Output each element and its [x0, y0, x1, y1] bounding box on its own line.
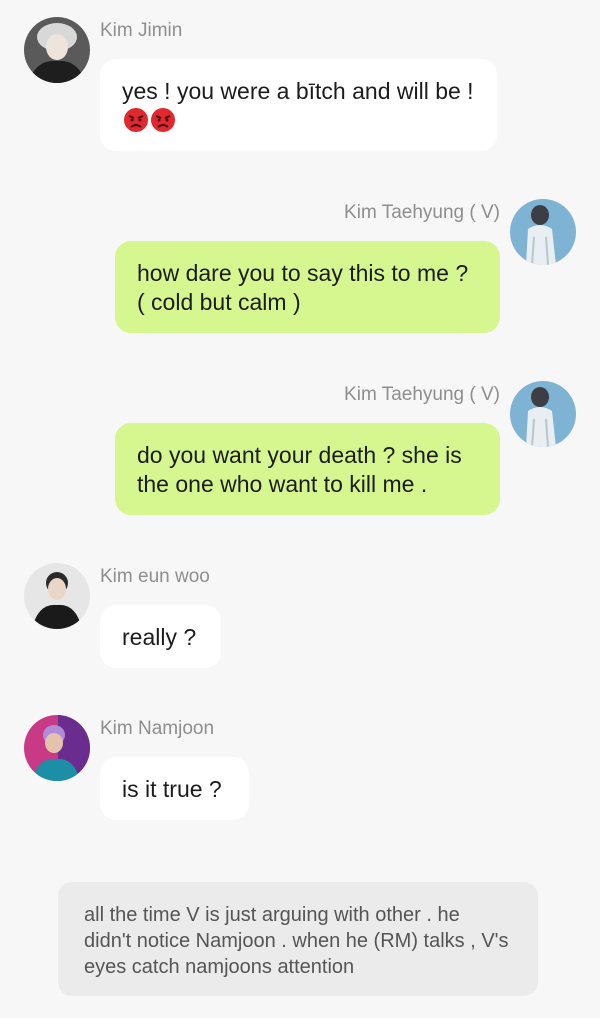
- angry-face-icon: [122, 107, 149, 133]
- message-bubble[interactable]: how dare you to say this to me ? ( cold …: [115, 241, 500, 333]
- narration-bubble: all the time V is just arguing with othe…: [58, 882, 538, 996]
- avatar-taehyung[interactable]: [510, 199, 576, 265]
- message-text: really ?: [122, 624, 197, 650]
- sender-name: Kim Namjoon: [100, 718, 215, 739]
- message-bubble[interactable]: yes ! you were a bītch and will be !: [100, 59, 497, 151]
- message-text: do you want your death ? she is the one …: [137, 442, 462, 497]
- message-bubble[interactable]: really ?: [100, 605, 221, 668]
- avatar-jimin[interactable]: [24, 17, 90, 83]
- message-text: is it true ?: [122, 776, 222, 802]
- sender-name: Kim Taehyung ( V): [344, 202, 500, 223]
- sender-name: Kim Jimin: [100, 20, 183, 41]
- message-bubble[interactable]: do you want your death ? she is the one …: [115, 423, 500, 515]
- message-text: how dare you to say this to me ? ( cold …: [137, 260, 469, 315]
- angry-face-icon: [149, 107, 176, 133]
- sender-name: Kim eun woo: [100, 566, 210, 587]
- narration-text: all the time V is just arguing with othe…: [84, 904, 509, 978]
- message-text: yes ! you were a bītch and will be !: [122, 78, 474, 104]
- avatar-taehyung[interactable]: [510, 381, 576, 447]
- sender-name: Kim Taehyung ( V): [344, 384, 500, 405]
- avatar-namjoon[interactable]: [24, 715, 90, 781]
- message-bubble[interactable]: is it true ?: [100, 757, 249, 820]
- avatar-eunwoo[interactable]: [24, 563, 90, 629]
